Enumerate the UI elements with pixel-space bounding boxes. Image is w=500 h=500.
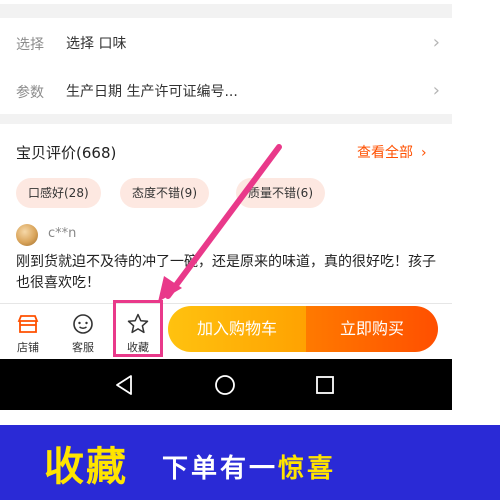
customer-service-button[interactable]: 客服 bbox=[59, 304, 107, 360]
add-to-cart-button[interactable]: 加入购物车 bbox=[168, 306, 306, 352]
banner-subline: 下单有一惊喜 bbox=[162, 448, 336, 485]
store-button[interactable]: 店铺 bbox=[4, 304, 52, 360]
store-label: 店铺 bbox=[17, 341, 39, 354]
chat-icon bbox=[73, 314, 93, 334]
review-tag-chip[interactable]: 态度不错(9) bbox=[120, 178, 209, 208]
review-text: 刚到货就迫不及待的冲了一碗，还是原来的味道，真的很好吃！孩子也很喜欢吃！ bbox=[16, 254, 436, 291]
params-label: 参数 bbox=[16, 85, 44, 101]
avatar bbox=[16, 224, 38, 246]
buy-now-button[interactable]: 立即购买 bbox=[306, 306, 438, 352]
cutoff-row bbox=[0, 0, 452, 4]
divider bbox=[0, 114, 452, 124]
home-icon[interactable] bbox=[211, 371, 239, 399]
android-nav-bar bbox=[0, 359, 452, 410]
store-icon bbox=[17, 315, 39, 333]
review-username: c**n bbox=[48, 226, 77, 241]
banner-highlight-text: 惊喜 bbox=[278, 454, 337, 484]
chevron-right-icon: › bbox=[432, 32, 440, 53]
chevron-right-icon: › bbox=[432, 80, 440, 101]
banner-subline-text: 下单有一 bbox=[162, 454, 279, 484]
params-row[interactable]: 参数 生产日期 生产许可证编号... › bbox=[0, 66, 452, 114]
chevron-right-icon: › bbox=[421, 145, 427, 161]
annotation-highlight-box bbox=[113, 300, 163, 357]
params-value: 生产日期 生产许可证编号... bbox=[66, 84, 238, 100]
right-margin bbox=[452, 0, 500, 410]
select-option-row[interactable]: 选择 选择 口味 › bbox=[0, 18, 452, 66]
reviews-title: 宝贝评价(668) bbox=[16, 144, 117, 162]
back-icon[interactable] bbox=[110, 371, 138, 399]
review-tag-chip[interactable]: 口感好(28) bbox=[16, 178, 101, 208]
banner-headline: 收藏 bbox=[44, 444, 128, 490]
customer-service-label: 客服 bbox=[72, 341, 94, 354]
app-screen: 选择 选择 口味 › 参数 生产日期 生产许可证编号... › 宝贝评价(668… bbox=[0, 0, 452, 410]
select-label: 选择 bbox=[16, 37, 44, 53]
view-all-label: 查看全部 bbox=[357, 145, 413, 161]
promo-banner: 收藏 下单有一惊喜 bbox=[0, 425, 500, 500]
review-tag-chip[interactable]: 质量不错(6) bbox=[236, 178, 325, 208]
view-all-reviews-link[interactable]: 查看全部 › bbox=[357, 142, 427, 162]
select-value: 选择 口味 bbox=[66, 36, 127, 52]
recents-icon[interactable] bbox=[311, 371, 339, 399]
